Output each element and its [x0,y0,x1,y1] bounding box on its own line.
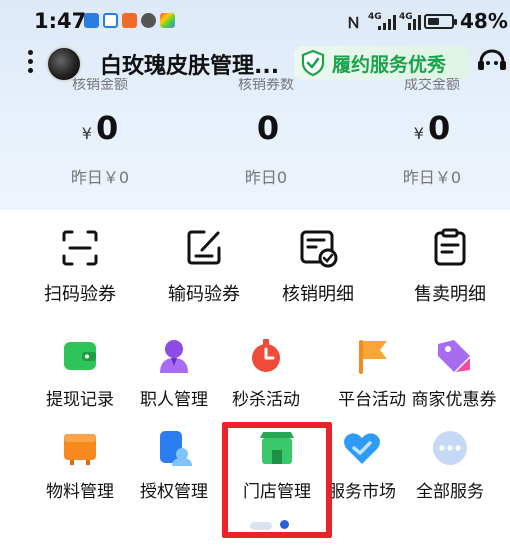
stat-label: 成交金额 [404,78,460,93]
stat-value: 0 [256,109,280,147]
service-authorize[interactable]: 授权管理 [118,428,230,502]
flash-sale-icon [252,339,280,372]
currency-symbol: ¥ [413,124,424,143]
stat-verified-count[interactable]: 核销券数 0 昨日0 [206,78,326,188]
material-icon [64,434,96,465]
service-label: 商家优惠券 [411,390,497,410]
stat-value: 0 [427,109,451,147]
staff-icon [160,340,188,373]
battery-percentage: 48% [460,9,508,33]
status-bar: 1:47 Ｎ 4G 4G 48% [0,0,510,42]
wallet-icon [64,342,96,370]
app-notification-icon [84,13,99,28]
message-icon [141,13,156,28]
stat-yesterday: 昨日￥0 [402,168,462,187]
verify-detail-icon [300,230,338,268]
service-label: 全部服务 [416,482,484,502]
customer-service-icon[interactable] [474,46,510,82]
flag-icon [359,340,387,374]
more-menu-icon[interactable] [28,50,34,76]
tool-code-verify[interactable]: 输码验券 [148,226,260,306]
stat-verified-amount[interactable]: 核销金额 ¥0 昨日￥0 [40,78,160,188]
badge-text: 履约服务优秀 [332,53,447,76]
service-flash-sale[interactable]: 秒杀活动 [210,336,322,410]
tool-label: 核销明细 [282,284,354,305]
more-icon [433,431,467,465]
tool-label: 售卖明细 [414,284,486,305]
store-name[interactable]: 白玫瑰皮肤管理... [100,48,279,80]
stat-yesterday: 昨日￥0 [70,168,130,187]
service-label: 秒杀活动 [232,390,300,410]
currency-symbol: ¥ [81,124,92,143]
service-all[interactable]: 全部服务 [394,428,506,502]
market-icon [344,433,380,464]
service-label: 授权管理 [140,482,208,502]
shield-check-icon [301,49,325,77]
stat-value: 0 [95,109,119,147]
status-time: 1:47 [34,9,87,33]
signal-icon [408,14,422,30]
tool-label: 扫码验券 [44,284,116,305]
authorize-icon [160,431,192,466]
scan-icon [62,230,98,266]
stat-yesterday: 昨日0 [244,168,288,187]
coupon-icon [438,340,470,372]
stat-label: 核销金额 [72,78,128,93]
edit-code-icon [187,230,221,265]
nfc-icon: Ｎ [346,14,362,32]
partial-icon [250,520,300,530]
tool-label: 输码验券 [168,284,240,305]
tool-scan-verify[interactable]: 扫码验券 [24,226,136,306]
tool-verify-detail[interactable]: 核销明细 [262,226,374,306]
signal-icon [378,14,400,30]
app-notification-icon [122,13,137,28]
sales-detail-icon [434,228,466,266]
service-badge[interactable]: 履约服务优秀 [294,46,470,80]
stat-deal-amount[interactable]: 成交金额 ¥0 昨日￥0 [372,78,492,188]
service-merchant-coupon[interactable]: 商家优惠券 [398,336,510,410]
avatar[interactable] [46,46,82,82]
tool-sales-detail[interactable]: 售卖明细 [394,226,506,306]
app-notification-icon [103,13,118,28]
battery-icon [424,14,457,29]
stat-label: 核销券数 [238,78,294,93]
app-notification-icon [160,13,175,28]
